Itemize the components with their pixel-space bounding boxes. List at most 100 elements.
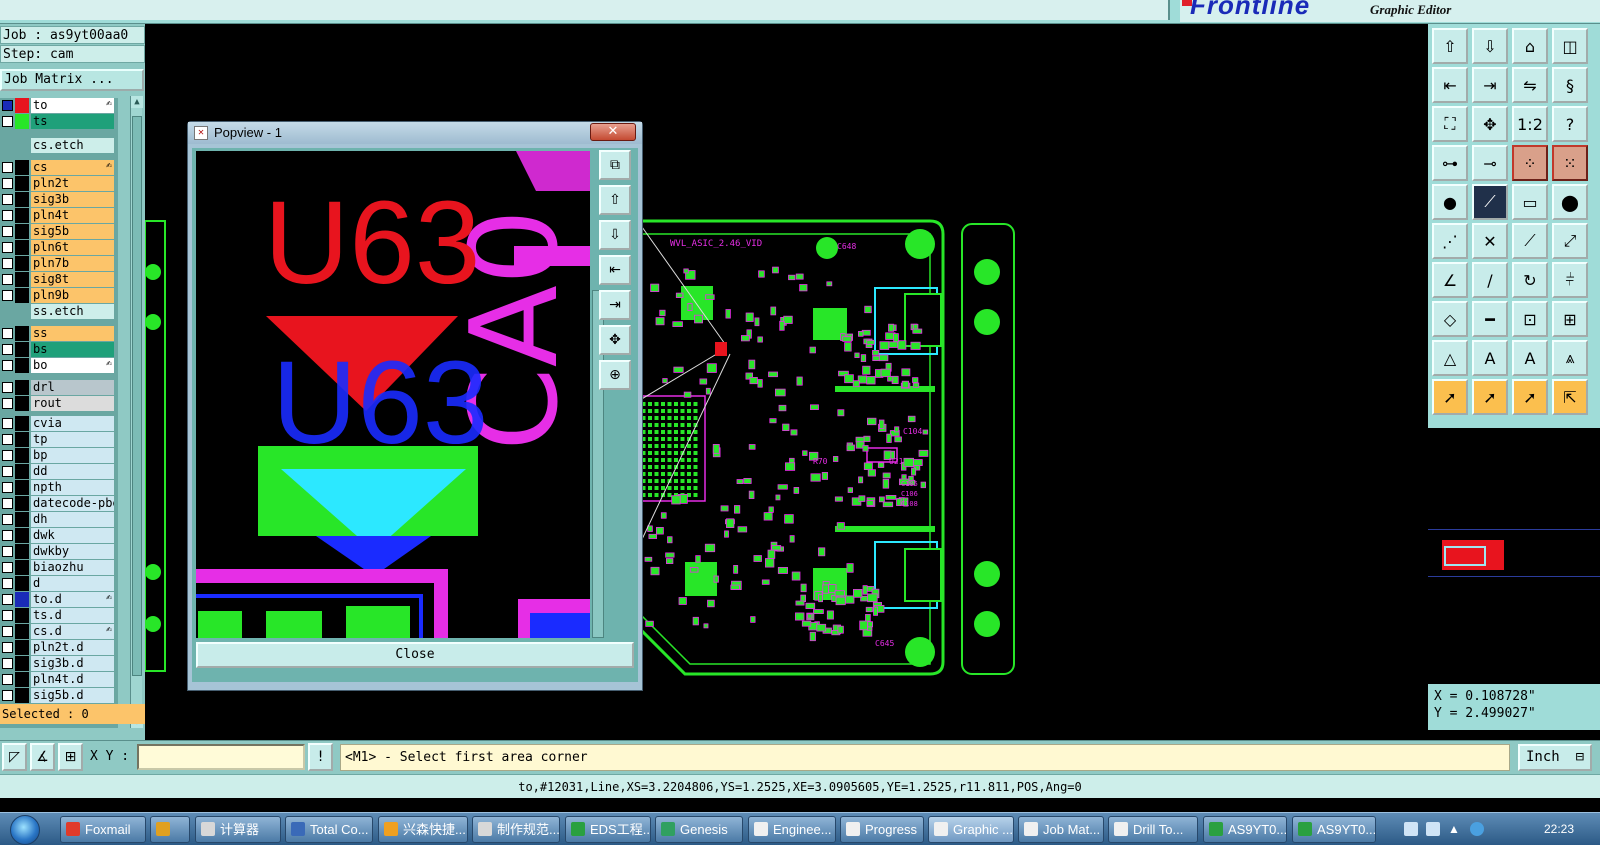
select-multi-tool[interactable]: ⇱ [1552,379,1588,415]
layer-name[interactable]: sig5b [31,224,114,239]
help-icon[interactable] [1426,822,1440,836]
job-matrix-button[interactable]: Job Matrix ... [0,69,144,91]
layer-name[interactable]: cvia [31,416,114,431]
layer-color-swatch[interactable] [15,224,29,239]
layer-row[interactable]: cs.d ✍ [0,624,116,639]
layer-color-swatch[interactable] [15,288,29,303]
layer-checkbox[interactable] [2,344,13,355]
layer-name[interactable]: cs.etch [31,138,114,153]
layer-checkbox[interactable] [2,328,13,339]
layer-color-swatch[interactable] [15,208,29,223]
layer-color-swatch[interactable] [15,528,29,543]
layer-name[interactable]: dd [31,464,114,479]
layer-name[interactable]: pln6t [31,240,114,255]
layer-row[interactable]: ss [0,326,116,341]
text-edit-tool[interactable]: A [1512,340,1548,376]
script-tool[interactable]: § [1552,67,1588,103]
layer-color-swatch[interactable] [15,480,29,495]
layer-color-swatch[interactable] [15,624,29,639]
layer-checkbox[interactable] [2,498,13,509]
layer-checkbox[interactable] [2,100,13,111]
layer-checkbox[interactable] [2,210,13,221]
swap-tool[interactable]: ⇋ [1512,67,1548,103]
layer-name[interactable]: bs [31,342,114,357]
home-tool[interactable]: ⌂ [1512,28,1548,64]
taskbar-item[interactable]: Total Co... [285,816,373,843]
layer-row[interactable]: drl [0,380,116,395]
layer-name[interactable]: sig8t [31,272,114,287]
grid-tool[interactable]: ⊞ [1552,301,1588,337]
layer-color-swatch[interactable] [15,512,29,527]
layer-name[interactable]: drl [31,380,114,395]
layer-name[interactable]: ss.etch [31,304,114,319]
layer-checkbox[interactable] [2,398,13,409]
layer-color-swatch[interactable] [15,640,29,655]
layer-name[interactable]: to.d [31,592,114,607]
layer-row[interactable]: bs [0,342,116,357]
layer-row[interactable]: tp [0,432,116,447]
layer-name[interactable]: dwkby [31,544,114,559]
layer-name[interactable]: sig3b [31,192,114,207]
layer-row[interactable]: pln7b [0,256,116,271]
rotate-tool[interactable]: ↻ [1512,262,1548,298]
layer-color-swatch[interactable] [15,160,29,175]
layer-color-swatch[interactable] [15,358,29,373]
bar-tool[interactable]: ━ [1472,301,1508,337]
layer-row[interactable]: pln9b [0,288,116,303]
layer-checkbox[interactable] [2,482,13,493]
slash-tool[interactable]: / [1472,262,1508,298]
keyboard-icon[interactable] [1404,822,1418,836]
layer-name[interactable]: pln4t.d [31,672,114,687]
zoom-window-icon[interactable]: ⧉ [599,150,631,180]
layer-name[interactable]: d [31,576,114,591]
layer-name[interactable]: ts [31,114,114,129]
layer-checkbox[interactable] [2,434,13,445]
reset-icon[interactable]: ⊕ [599,360,631,390]
layer-checkbox[interactable] [2,658,13,669]
layer-list-scrollbar[interactable]: ▲ ▼ [130,96,143,728]
layer-color-swatch[interactable] [15,256,29,271]
connect-tool[interactable]: ⊶ [1432,145,1468,181]
scroll-up-icon[interactable]: ▲ [131,96,143,108]
layer-checkbox[interactable] [2,690,13,701]
layer-checkbox[interactable] [2,674,13,685]
node-tool[interactable]: ⋰ [1432,223,1468,259]
layer-checkbox[interactable] [2,194,13,205]
start-button[interactable] [10,815,40,845]
layer-row[interactable]: pln2t.d [0,640,116,655]
move-down-tool[interactable]: ⇩ [1472,28,1508,64]
scale-tool[interactable]: 1:2 [1512,106,1548,142]
layer-row[interactable]: to ✍ [0,98,116,113]
layer-row[interactable]: cs.etch [0,138,116,153]
window-tool[interactable]: ◫ [1552,28,1588,64]
net-tool-1[interactable]: ⁘ [1512,145,1548,181]
layer-checkbox[interactable] [2,360,13,371]
layer-name[interactable]: dh [31,512,114,527]
layer-checkbox[interactable] [2,274,13,285]
zoom-out-icon[interactable]: ⇩ [599,220,631,250]
layer-row[interactable]: cvia [0,416,116,431]
layer-checkbox[interactable] [2,242,13,253]
layer-name[interactable]: tp [31,432,114,447]
taskbar-item[interactable]: AS9YT0... [1292,816,1376,843]
delete-tool[interactable]: ✕ [1472,223,1508,259]
xy-input[interactable] [137,744,305,770]
layer-color-swatch[interactable] [15,176,29,191]
text-tool[interactable]: A [1472,340,1508,376]
layer-color-swatch[interactable] [15,560,29,575]
layer-name[interactable]: bo [31,358,114,373]
layer-checkbox[interactable] [2,450,13,461]
fit-screen-tool[interactable]: ⛶ [1432,106,1468,142]
layer-color-swatch[interactable] [15,326,29,341]
taskbar-item[interactable]: Job Mat... [1018,816,1104,843]
layer-checkbox[interactable] [2,178,13,189]
layer-checkbox[interactable] [2,116,13,127]
taskbar-item[interactable]: 兴森快捷... [378,816,468,843]
pan-tool[interactable]: ✥ [1472,106,1508,142]
layer-name[interactable]: pln4t [31,208,114,223]
align-left-tool[interactable]: ⇤ [1432,67,1468,103]
layer-name[interactable]: npth [31,480,114,495]
layer-checkbox[interactable] [2,290,13,301]
layer-name[interactable]: sig5b.d [31,688,114,703]
layer-name[interactable]: sig3b.d [31,656,114,671]
